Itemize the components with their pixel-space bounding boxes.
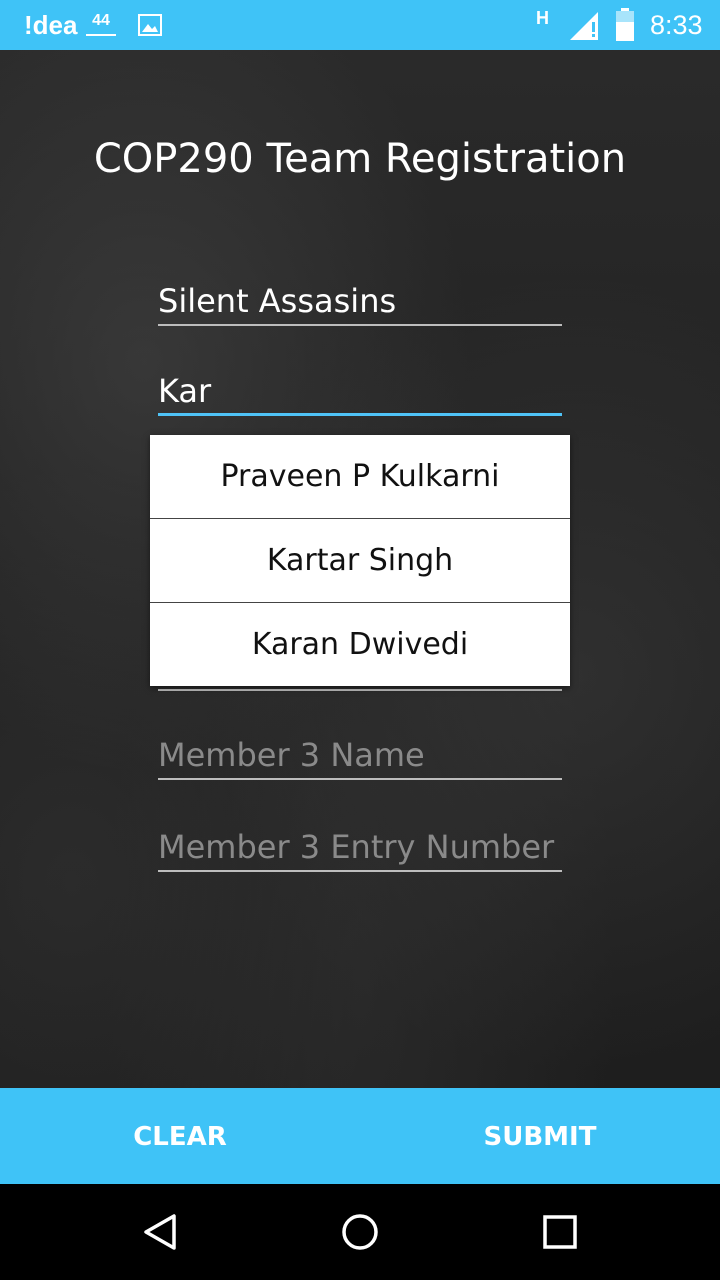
network-badge: 44 xyxy=(86,12,116,36)
submit-button[interactable]: SUBMIT xyxy=(360,1088,720,1184)
member-2-entry-field-underline[interactable] xyxy=(158,689,562,691)
network-type-label: H xyxy=(536,8,549,28)
recents-icon[interactable] xyxy=(540,1212,580,1252)
autocomplete-dropdown: Praveen P Kulkarni Kartar Singh Karan Dw… xyxy=(150,435,570,686)
carrier-label: !dea xyxy=(24,10,78,40)
autocomplete-item[interactable]: Praveen P Kulkarni xyxy=(150,435,570,519)
clear-button[interactable]: CLEAR xyxy=(0,1088,360,1184)
member-2-name-field[interactable] xyxy=(158,368,562,416)
status-bar: !dea 44 H 8:33 xyxy=(0,0,720,50)
battery-icon xyxy=(614,8,636,42)
team-name-field[interactable] xyxy=(158,278,562,326)
clock: 8:33 xyxy=(650,10,703,40)
member-3-entry-number-field[interactable] xyxy=(158,824,562,872)
member-3-name-field[interactable] xyxy=(158,732,562,780)
image-icon xyxy=(138,14,162,36)
signal-icon xyxy=(568,10,600,40)
autocomplete-item[interactable]: Karan Dwivedi xyxy=(150,603,570,686)
back-icon[interactable] xyxy=(140,1212,180,1252)
page-title: COP290 Team Registration xyxy=(93,136,627,182)
home-icon[interactable] xyxy=(340,1212,380,1252)
autocomplete-item[interactable]: Kartar Singh xyxy=(150,519,570,603)
action-bar: CLEAR SUBMIT xyxy=(0,1088,720,1184)
navigation-bar xyxy=(0,1184,720,1280)
screen: !dea 44 H 8:33 COP290 Team Registration … xyxy=(0,0,720,1280)
